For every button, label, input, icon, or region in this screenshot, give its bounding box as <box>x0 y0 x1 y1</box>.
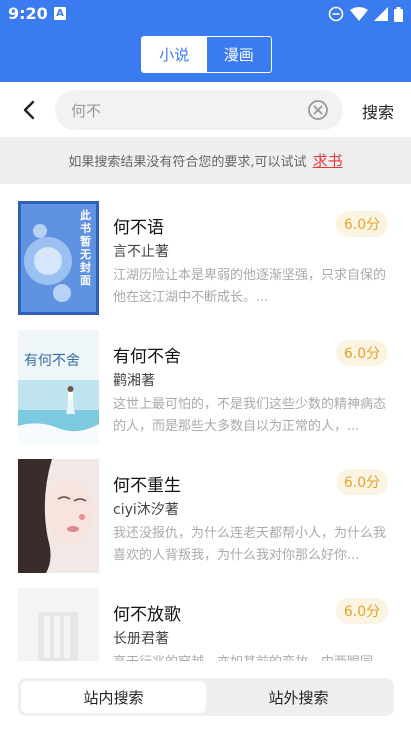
search-button[interactable]: 搜索 <box>362 99 394 123</box>
hint-bar: 如果搜索结果没有符合您的要求,可以试试 求书 <box>0 137 411 184</box>
book-description: 江湖历险让本是卑弱的他逐渐坚强，只求自保的他在这江湖中不断成长。... <box>113 268 387 305</box>
tab-external-search[interactable]: 站外搜索 <box>206 681 391 713</box>
list-item[interactable]: 何不放歌 6.0分 长册君著 高天行兆的穿越，亦如其前的变故，中两眼同... <box>0 582 411 661</box>
clear-icon[interactable] <box>307 99 329 121</box>
list-item[interactable]: 何不重生 6.0分 ciyi沐汐著 我还没报仇，为什么连老天都帮小人，为什么我喜… <box>0 453 411 582</box>
score-badge: 6.0分 <box>336 340 388 366</box>
hint-text: 如果搜索结果没有符合您的要求,可以试试 <box>68 155 307 170</box>
battery-icon <box>394 6 403 22</box>
score-badge: 6.0分 <box>336 211 388 237</box>
tab-comic[interactable]: 漫画 <box>207 37 272 72</box>
notification-a-icon: A <box>54 7 66 20</box>
book-author: ciyi沐汐著 <box>113 502 179 518</box>
top-bar: 小说 漫画 <box>0 28 411 82</box>
score-badge: 6.0分 <box>336 469 388 495</box>
search-input[interactable] <box>71 90 301 130</box>
cover-caption: 有何不舍 <box>24 353 80 369</box>
book-cover: 有何不舍 <box>18 330 99 444</box>
signal-icon <box>374 7 388 21</box>
tab-in-site-search[interactable]: 站内搜索 <box>21 681 206 713</box>
book-cover <box>18 588 99 661</box>
book-author: 鹳湘著 <box>113 373 155 389</box>
book-description: 这世上最可怕的，不是我们这些少数的精神病态的人，而是那些大多数自以为正常的人，.… <box>113 397 387 434</box>
book-title: 何不重生 <box>113 476 181 496</box>
status-icons <box>328 5 403 23</box>
request-book-link[interactable]: 求书 <box>313 150 343 171</box>
book-description: 高天行兆的穿越，亦如其前的变故，中两眼同... <box>113 652 393 661</box>
book-author: 言不止著 <box>113 244 169 260</box>
book-cover: 此书暂无封面 <box>18 201 99 315</box>
score-badge: 6.0分 <box>336 598 388 624</box>
list-item[interactable]: 此书暂无封面 何不语 6.0分 言不止著 江湖历险让本是卑弱的他逐渐坚强，只求自… <box>0 195 411 324</box>
status-time: 9:20 <box>8 4 48 23</box>
search-scope-tabs: 站内搜索 站外搜索 <box>18 678 394 716</box>
book-title: 何不放歌 <box>113 605 181 625</box>
book-cover <box>18 459 99 573</box>
search-box <box>55 90 343 130</box>
book-title: 有何不舍 <box>113 347 181 367</box>
result-list: 此书暂无封面 何不语 6.0分 言不止著 江湖历险让本是卑弱的他逐渐坚强，只求自… <box>0 195 411 661</box>
category-switcher: 小说 漫画 <box>141 36 272 73</box>
list-item[interactable]: 有何不舍 有何不舍 6.0分 鹳湘著 这世上最可怕的，不是我们这些少数的精神病态… <box>0 324 411 453</box>
book-description: 我还没报仇，为什么连老天都帮小人，为什么我喜欢的人背叛我，为什么我对你那么好你.… <box>113 526 387 563</box>
search-row: 搜索 <box>0 82 411 137</box>
tab-novel[interactable]: 小说 <box>142 37 207 72</box>
status-bar: 9:20 A <box>0 0 411 28</box>
wifi-icon <box>350 7 368 21</box>
back-arrow-icon[interactable] <box>18 98 42 122</box>
book-author: 长册君著 <box>113 631 169 647</box>
book-title: 何不语 <box>113 218 164 238</box>
cover-caption: 此书暂无封面 <box>80 209 91 287</box>
do-not-disturb-icon <box>328 6 344 22</box>
